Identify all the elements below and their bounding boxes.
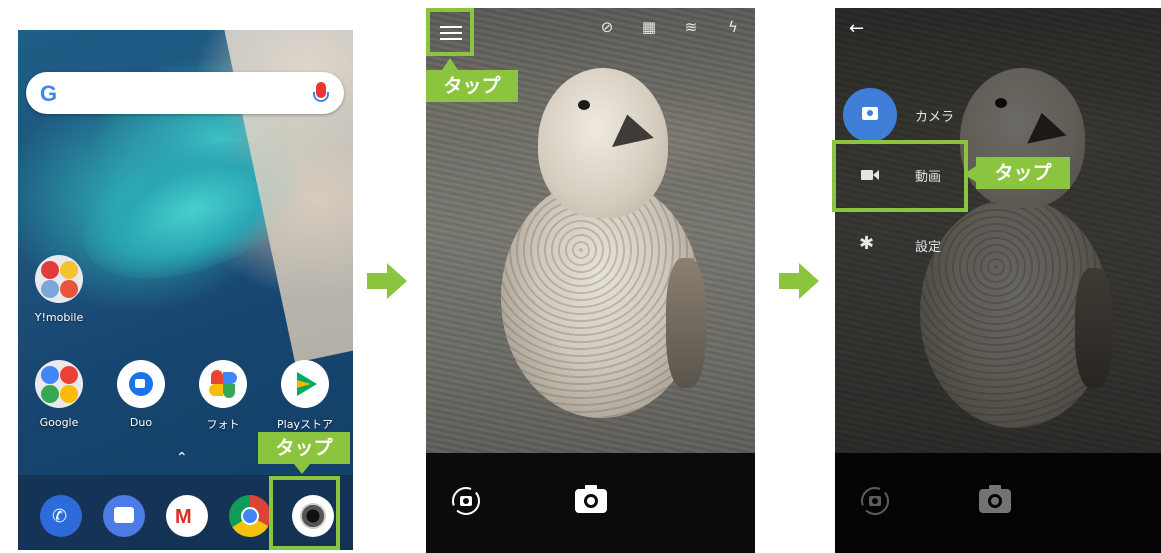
- app-label: フォト: [206, 418, 240, 431]
- folder-icon: [35, 255, 83, 303]
- mic-icon[interactable]: [313, 82, 329, 102]
- app-label: Duo: [129, 416, 153, 429]
- app-play-store[interactable]: Playストア: [270, 360, 340, 432]
- tap-highlight-camera-app: [269, 476, 340, 550]
- menu-item-label: カメラ: [915, 110, 955, 125]
- app-google-folder[interactable]: Google: [24, 360, 94, 429]
- seagull-wing: [666, 258, 706, 388]
- google-logo-icon: G: [40, 81, 58, 106]
- next-step-arrow-icon: [779, 263, 819, 299]
- app-label: Google: [39, 416, 79, 429]
- folder-icon: [35, 360, 83, 408]
- google-search-bar[interactable]: G: [26, 72, 344, 114]
- chrome-icon[interactable]: [229, 495, 271, 537]
- camera-menu-screen: ← カメラ 動画 ✱ 設定: [835, 8, 1161, 553]
- pinwheel-icon: [199, 360, 247, 408]
- switch-camera-icon[interactable]: [446, 481, 486, 521]
- app-ymobile-folder[interactable]: Y!mobile: [24, 255, 94, 324]
- app-label: Playストア: [277, 418, 333, 431]
- tap-label: タップ: [258, 432, 350, 464]
- timer-off-icon[interactable]: ⊘: [599, 18, 615, 36]
- camera-controls: [426, 453, 755, 553]
- next-step-arrow-icon: [367, 263, 407, 299]
- app-duo[interactable]: Duo: [106, 360, 176, 429]
- tap-label: タップ: [976, 157, 1070, 189]
- messages-icon[interactable]: [103, 495, 145, 537]
- phone-icon[interactable]: ✆: [40, 495, 82, 537]
- gear-icon: ✱: [859, 233, 875, 254]
- tap-highlight-menu: [426, 8, 474, 56]
- shutter-camera-icon[interactable]: [571, 479, 611, 519]
- gmail-icon[interactable]: M: [166, 495, 208, 537]
- chevron-up-icon[interactable]: ⌃: [176, 450, 188, 466]
- back-arrow-icon[interactable]: ←: [849, 18, 864, 39]
- camera-top-toolbar: ⊘ ▦ ≋ ϟ: [599, 18, 741, 36]
- menu-item-settings[interactable]: ✱ 設定: [835, 222, 985, 268]
- menu-item-camera[interactable]: カメラ: [835, 86, 985, 146]
- grid-off-icon[interactable]: ▦: [641, 18, 657, 36]
- flash-auto-icon[interactable]: ϟ: [725, 18, 741, 36]
- hdr-off-icon[interactable]: ≋: [683, 18, 699, 36]
- tap-highlight-video: [832, 140, 968, 212]
- callout-pointer: [442, 58, 458, 70]
- app-photos[interactable]: フォト: [188, 360, 258, 432]
- tap-label: タップ: [426, 70, 518, 102]
- menu-item-label: 設定: [915, 240, 942, 255]
- play-triangle-icon: [281, 360, 329, 408]
- seagull-eye: [578, 100, 590, 110]
- app-label: Y!mobile: [34, 311, 84, 324]
- camera-icon: [843, 88, 897, 142]
- duo-icon: [117, 360, 165, 408]
- callout-pointer: [964, 166, 976, 182]
- callout-pointer: [294, 464, 310, 474]
